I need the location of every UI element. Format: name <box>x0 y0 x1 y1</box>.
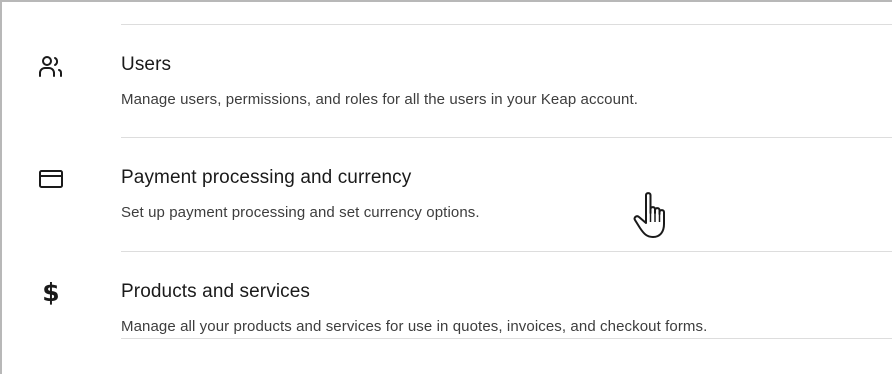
settings-item-payment-processing[interactable]: Payment processing and currency Set up p… <box>2 159 892 249</box>
settings-item-users[interactable]: Users Manage users, permissions, and rol… <box>2 46 892 136</box>
credit-card-icon <box>38 166 64 192</box>
settings-item-title: Payment processing and currency <box>121 167 412 188</box>
divider <box>121 251 892 252</box>
settings-item-description: Manage users, permissions, and roles for… <box>121 91 639 108</box>
settings-item-description: Set up payment processing and set curren… <box>121 204 480 221</box>
divider <box>121 137 892 138</box>
settings-panel: Users Manage users, permissions, and rol… <box>0 0 892 374</box>
settings-item-description: Manage all your products and services fo… <box>121 318 708 335</box>
settings-item-title: Products and services <box>121 281 311 302</box>
divider <box>121 24 892 25</box>
settings-item-title: Users <box>121 54 172 75</box>
divider <box>121 338 892 339</box>
settings-item-products-services[interactable]: $ Products and services Manage all your … <box>2 273 892 363</box>
users-icon <box>38 54 64 80</box>
dollar-icon: $ <box>42 277 60 307</box>
